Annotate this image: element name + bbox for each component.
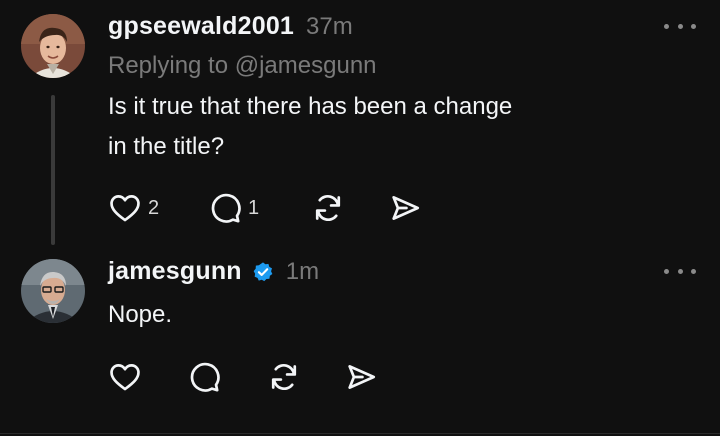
reply-button[interactable]: 1 bbox=[208, 188, 259, 228]
post-text: Nope. bbox=[108, 295, 628, 335]
like-button[interactable]: 2 bbox=[108, 188, 159, 228]
comment-icon bbox=[211, 193, 241, 223]
timestamp: 1m bbox=[285, 258, 320, 285]
share-button[interactable] bbox=[344, 357, 378, 397]
reply-button[interactable] bbox=[187, 357, 221, 397]
divider bbox=[0, 433, 720, 434]
post-text-line: Nope. bbox=[108, 301, 173, 328]
post-text-line: Is it true that there has been a change bbox=[108, 93, 513, 120]
timestamp: 37m bbox=[306, 13, 353, 40]
post-text: Is it true that there has been a change … bbox=[108, 87, 628, 167]
heart-icon bbox=[110, 195, 140, 222]
username[interactable]: gpseewald2001 bbox=[108, 12, 294, 41]
send-icon bbox=[392, 196, 420, 220]
heart-icon bbox=[110, 364, 140, 391]
replying-to-label[interactable]: Replying to @jamesgunn bbox=[108, 52, 377, 80]
more-icon bbox=[664, 268, 669, 274]
username[interactable]: jamesgunn bbox=[108, 257, 242, 286]
avatar-photo bbox=[21, 259, 85, 323]
send-icon bbox=[348, 365, 376, 389]
reply-count: 1 bbox=[248, 196, 260, 219]
thread-line bbox=[51, 95, 55, 245]
more-icon bbox=[664, 23, 669, 29]
like-count: 2 bbox=[148, 196, 160, 219]
avatar[interactable] bbox=[21, 14, 85, 78]
avatar-photo bbox=[21, 14, 85, 78]
comment-icon bbox=[190, 362, 220, 392]
verified-badge-icon bbox=[253, 261, 273, 281]
post-text-line: in the title? bbox=[108, 133, 225, 160]
post-header: jamesgunn 1m bbox=[108, 257, 319, 286]
more-options-button[interactable] bbox=[664, 264, 696, 278]
share-button[interactable] bbox=[388, 188, 422, 228]
repost-icon bbox=[271, 364, 297, 390]
repost-button[interactable] bbox=[311, 188, 345, 228]
repost-button[interactable] bbox=[267, 357, 301, 397]
like-button[interactable] bbox=[108, 357, 142, 397]
post-header: gpseewald2001 37m bbox=[108, 12, 353, 41]
more-options-button[interactable] bbox=[664, 19, 696, 33]
repost-icon bbox=[315, 195, 341, 221]
avatar[interactable] bbox=[21, 259, 85, 323]
